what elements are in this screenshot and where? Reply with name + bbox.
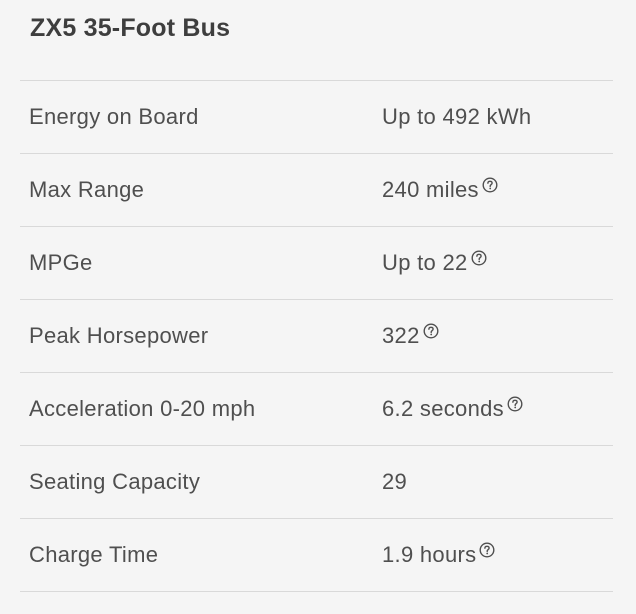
spec-label: Energy on Board xyxy=(29,104,199,129)
question-circle-icon[interactable] xyxy=(423,323,439,339)
spec-value: 6.2 seconds xyxy=(382,396,504,421)
spec-label: Max Range xyxy=(29,177,145,202)
spec-value-wrap: 240 miles xyxy=(382,154,498,226)
spec-label: Acceleration 0-20 mph xyxy=(29,396,256,421)
spec-row-charge-time: Charge Time 1.9 hours xyxy=(20,519,613,592)
spec-row-seating-capacity: Seating Capacity 29 xyxy=(20,446,613,519)
spec-value: 322 xyxy=(382,323,420,348)
page-title: ZX5 35-Foot Bus xyxy=(30,14,231,42)
spec-label: MPGe xyxy=(29,250,93,275)
spec-row-energy-on-board: Energy on Board Up to 492 kWh xyxy=(20,81,613,154)
spec-value: 1.9 hours xyxy=(382,542,477,567)
spec-value-wrap: 6.2 seconds xyxy=(382,373,523,445)
spec-value-wrap: 29 xyxy=(382,446,407,518)
spec-label: Peak Horsepower xyxy=(29,323,209,348)
spec-value-wrap: 1.9 hours xyxy=(382,519,495,591)
spec-value-wrap: 322 xyxy=(382,300,439,372)
spec-label: Seating Capacity xyxy=(29,469,201,494)
question-circle-icon[interactable] xyxy=(479,542,495,558)
spec-value: Up to 22 xyxy=(382,250,468,275)
spec-row-max-range: Max Range 240 miles xyxy=(20,154,613,227)
question-circle-icon[interactable] xyxy=(471,250,487,266)
spec-table: Energy on Board Up to 492 kWh Max Range … xyxy=(20,80,613,592)
spec-label: Charge Time xyxy=(29,542,159,567)
spec-row-mpge: MPGe Up to 22 xyxy=(20,227,613,300)
spec-value-wrap: Up to 22 xyxy=(382,227,487,299)
spec-value: Up to 492 kWh xyxy=(382,104,532,129)
spec-row-acceleration: Acceleration 0-20 mph 6.2 seconds xyxy=(20,373,613,446)
spec-value: 240 miles xyxy=(382,177,479,202)
spec-row-peak-horsepower: Peak Horsepower 322 xyxy=(20,300,613,373)
question-circle-icon[interactable] xyxy=(507,396,523,412)
spec-value: 29 xyxy=(382,469,408,494)
spec-card: ZX5 35-Foot Bus Energy on Board Up to 49… xyxy=(0,0,636,614)
question-circle-icon[interactable] xyxy=(482,177,498,193)
spec-value-wrap: Up to 492 kWh xyxy=(382,81,531,153)
